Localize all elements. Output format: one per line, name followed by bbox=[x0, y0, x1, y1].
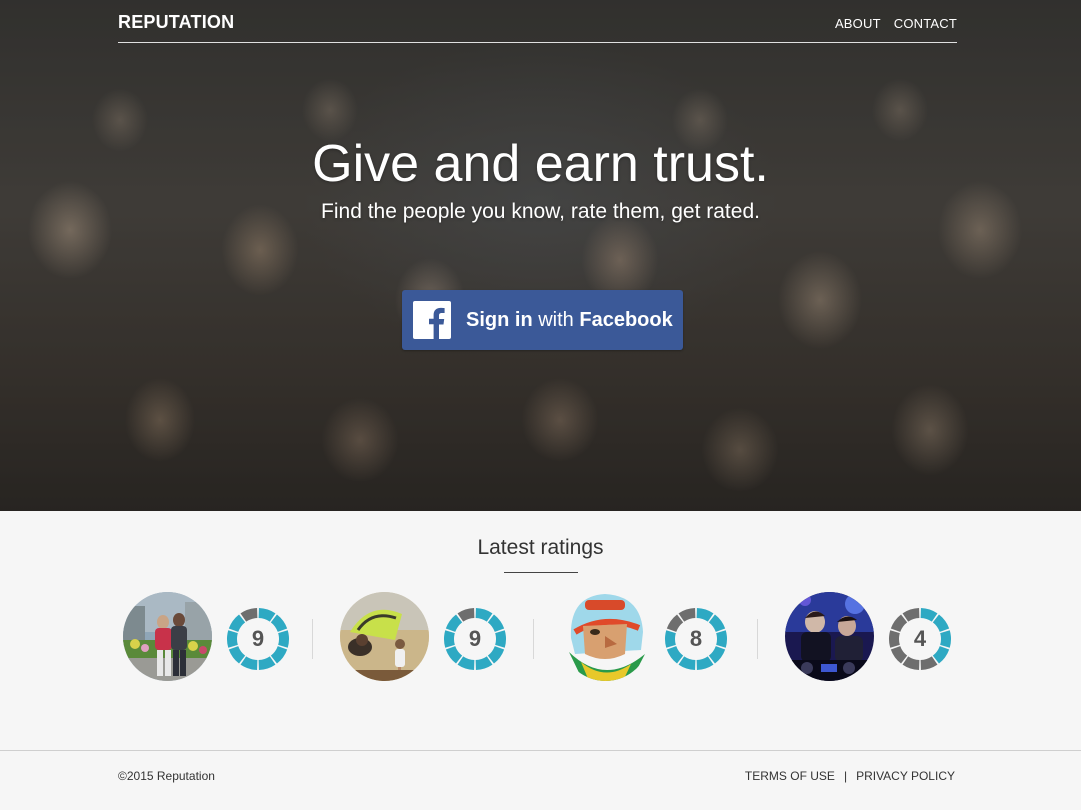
footer-divider: | bbox=[843, 769, 848, 783]
rating-score: 4 bbox=[913, 626, 927, 651]
hero-headline: Give and earn trust. bbox=[312, 135, 769, 193]
terms-of-use-link[interactable]: TERMS OF USE bbox=[745, 769, 835, 783]
facebook-icon bbox=[413, 301, 451, 339]
rating-separator bbox=[312, 619, 313, 659]
rating-gauge: 9 bbox=[223, 604, 293, 674]
rating-item[interactable]: 9 bbox=[340, 592, 510, 682]
avatar[interactable] bbox=[785, 592, 874, 681]
rating-gauge: 8 bbox=[661, 604, 731, 674]
rating-gauge: 4 bbox=[885, 604, 955, 674]
main-nav: ABOUT CONTACT bbox=[835, 16, 957, 31]
hero-background-photo bbox=[0, 0, 1081, 511]
heading-underline bbox=[504, 572, 578, 573]
rating-separator bbox=[533, 619, 534, 659]
rating-gauge: 9 bbox=[440, 604, 510, 674]
footer-links: TERMS OF USE | PRIVACY POLICY bbox=[745, 769, 955, 783]
facebook-signin-label: Sign in with Facebook bbox=[466, 308, 673, 331]
top-navbar: REPUTATION ABOUT CONTACT bbox=[118, 0, 957, 43]
rating-score: 9 bbox=[251, 626, 265, 651]
latest-ratings-heading: Latest ratings bbox=[477, 536, 604, 559]
rating-score: 9 bbox=[468, 626, 482, 651]
avatar[interactable] bbox=[123, 592, 212, 681]
rating-item[interactable]: 8 bbox=[561, 592, 731, 682]
rating-score: 8 bbox=[689, 626, 703, 651]
hero-subline: Find the people you know, rate them, get… bbox=[321, 200, 760, 223]
facebook-signin-button[interactable]: Sign in with Facebook bbox=[402, 290, 683, 350]
hero-section: REPUTATION ABOUT CONTACT Give and earn t… bbox=[0, 0, 1081, 511]
rating-separator bbox=[757, 619, 758, 659]
rating-item[interactable]: 4 bbox=[785, 592, 955, 682]
copyright-text: ©2015 Reputation bbox=[118, 769, 215, 783]
privacy-policy-link[interactable]: PRIVACY POLICY bbox=[856, 769, 955, 783]
brand-logo[interactable]: REPUTATION bbox=[118, 12, 234, 33]
nav-about-link[interactable]: ABOUT bbox=[835, 16, 881, 31]
avatar[interactable] bbox=[340, 592, 429, 681]
avatar[interactable] bbox=[561, 592, 650, 681]
nav-contact-link[interactable]: CONTACT bbox=[894, 16, 957, 31]
rating-item[interactable]: 9 bbox=[123, 592, 293, 682]
page-footer: ©2015 Reputation TERMS OF USE | PRIVACY … bbox=[0, 750, 1081, 810]
